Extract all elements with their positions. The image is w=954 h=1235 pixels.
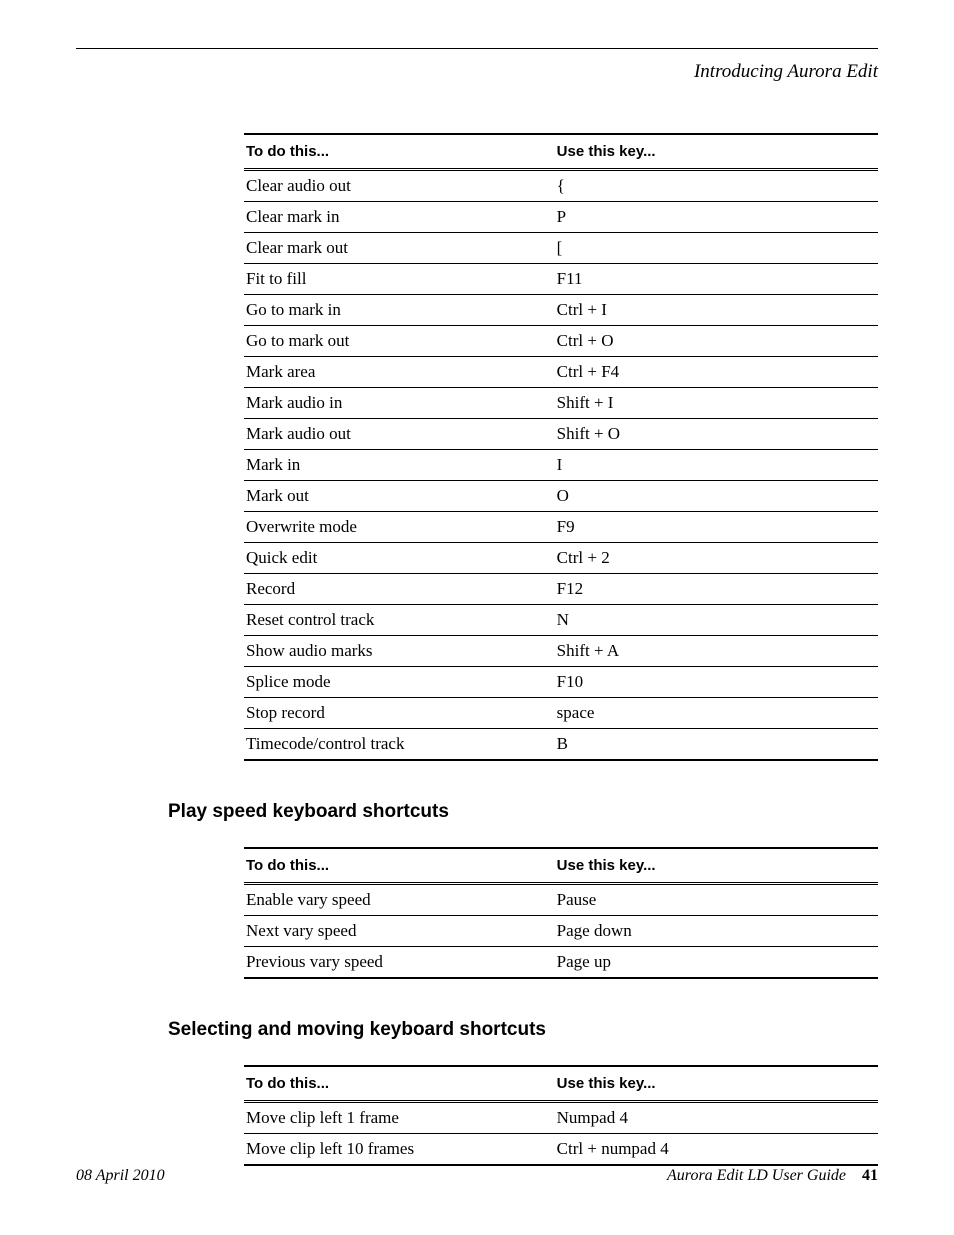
cell-key: { (555, 170, 878, 202)
table-row: Clear audio out{ (244, 170, 878, 202)
shortcuts-table-2: To do this... Use this key... Enable var… (244, 847, 878, 979)
table2-header-key: Use this key... (555, 848, 878, 884)
table-row: Show audio marksShift + A (244, 636, 878, 667)
cell-key: Numpad 4 (555, 1102, 878, 1134)
cell-key: N (555, 605, 878, 636)
cell-action: Stop record (244, 698, 555, 729)
table1-header-action: To do this... (244, 134, 555, 170)
cell-action: Mark out (244, 481, 555, 512)
cell-action: Reset control track (244, 605, 555, 636)
cell-key: Ctrl + O (555, 326, 878, 357)
table-row: Mark outO (244, 481, 878, 512)
table-row: Next vary speedPage down (244, 916, 878, 947)
cell-action: Clear mark out (244, 233, 555, 264)
cell-key: B (555, 729, 878, 761)
cell-key: Pause (555, 884, 878, 916)
table-row: RecordF12 (244, 574, 878, 605)
cell-action: Mark audio in (244, 388, 555, 419)
footer-date: 08 April 2010 (76, 1167, 165, 1185)
cell-key: O (555, 481, 878, 512)
shortcuts-table-3: To do this... Use this key... Move clip … (244, 1065, 878, 1166)
cell-action: Go to mark out (244, 326, 555, 357)
running-head: Introducing Aurora Edit (76, 61, 878, 83)
cell-action: Clear mark in (244, 202, 555, 233)
table-row: Mark audio outShift + O (244, 419, 878, 450)
cell-action: Timecode/control track (244, 729, 555, 761)
section-heading-play-speed: Play speed keyboard shortcuts (168, 801, 878, 823)
table1-header-key: Use this key... (555, 134, 878, 170)
cell-key: Ctrl + I (555, 295, 878, 326)
table-row: Mark audio inShift + I (244, 388, 878, 419)
table-row: Enable vary speedPause (244, 884, 878, 916)
cell-action: Previous vary speed (244, 947, 555, 979)
cell-key: P (555, 202, 878, 233)
table-row: Previous vary speedPage up (244, 947, 878, 979)
cell-action: Show audio marks (244, 636, 555, 667)
cell-key: Page up (555, 947, 878, 979)
cell-action: Mark area (244, 357, 555, 388)
table-row: Move clip left 10 framesCtrl + numpad 4 (244, 1134, 878, 1166)
table3-header-key: Use this key... (555, 1066, 878, 1102)
cell-action: Go to mark in (244, 295, 555, 326)
table3-header-action: To do this... (244, 1066, 555, 1102)
cell-action: Move clip left 10 frames (244, 1134, 555, 1166)
table-row: Mark inI (244, 450, 878, 481)
cell-key: F11 (555, 264, 878, 295)
cell-key: F10 (555, 667, 878, 698)
table-row: Go to mark inCtrl + I (244, 295, 878, 326)
cell-key: Ctrl + 2 (555, 543, 878, 574)
table-row: Reset control trackN (244, 605, 878, 636)
table-row: Clear mark inP (244, 202, 878, 233)
cell-key: I (555, 450, 878, 481)
table-row: Splice modeF10 (244, 667, 878, 698)
table-row: Timecode/control trackB (244, 729, 878, 761)
cell-key: [ (555, 233, 878, 264)
table-row: Fit to fillF11 (244, 264, 878, 295)
cell-key: Shift + A (555, 636, 878, 667)
cell-key: Shift + I (555, 388, 878, 419)
cell-action: Mark in (244, 450, 555, 481)
table-row: Quick editCtrl + 2 (244, 543, 878, 574)
page-footer: 08 April 2010 Aurora Edit LD User Guide … (76, 1167, 878, 1185)
footer-guide-title: Aurora Edit LD User Guide (667, 1167, 846, 1184)
shortcuts-table-1: To do this... Use this key... Clear audi… (244, 133, 878, 761)
cell-key: F9 (555, 512, 878, 543)
table2-header-action: To do this... (244, 848, 555, 884)
cell-key: Ctrl + numpad 4 (555, 1134, 878, 1166)
table-row: Overwrite modeF9 (244, 512, 878, 543)
cell-action: Clear audio out (244, 170, 555, 202)
cell-key: Shift + O (555, 419, 878, 450)
cell-key: F12 (555, 574, 878, 605)
table-row: Clear mark out[ (244, 233, 878, 264)
table-row: Stop recordspace (244, 698, 878, 729)
cell-action: Next vary speed (244, 916, 555, 947)
cell-action: Overwrite mode (244, 512, 555, 543)
cell-action: Enable vary speed (244, 884, 555, 916)
top-rule (76, 48, 878, 49)
section-heading-selecting-moving: Selecting and moving keyboard shortcuts (168, 1019, 878, 1041)
table-row: Move clip left 1 frameNumpad 4 (244, 1102, 878, 1134)
cell-action: Move clip left 1 frame (244, 1102, 555, 1134)
cell-action: Fit to fill (244, 264, 555, 295)
footer-page-number: 41 (862, 1167, 878, 1184)
table-row: Go to mark outCtrl + O (244, 326, 878, 357)
cell-action: Mark audio out (244, 419, 555, 450)
cell-action: Splice mode (244, 667, 555, 698)
cell-key: Ctrl + F4 (555, 357, 878, 388)
cell-key: space (555, 698, 878, 729)
table-row: Mark areaCtrl + F4 (244, 357, 878, 388)
cell-action: Record (244, 574, 555, 605)
cell-action: Quick edit (244, 543, 555, 574)
cell-key: Page down (555, 916, 878, 947)
